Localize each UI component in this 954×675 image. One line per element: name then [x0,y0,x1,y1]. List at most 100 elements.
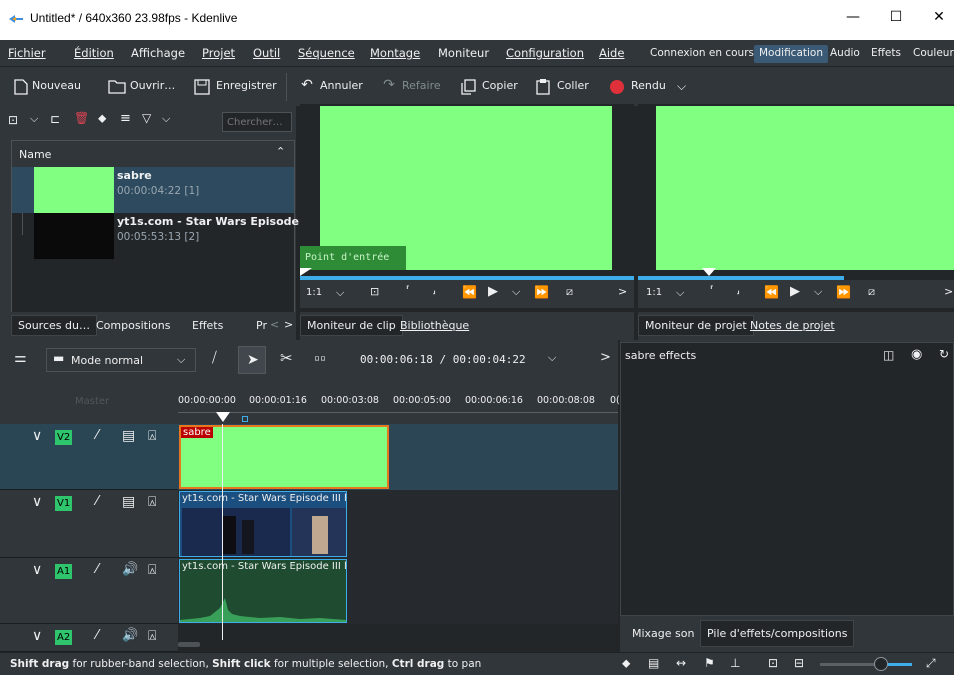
tab-moniteur-clip[interactable]: Moniteur de clip [300,315,403,336]
maximize-button[interactable]: ☐ [886,9,906,29]
minimize-button[interactable]: — [843,9,863,29]
zone-out-icon[interactable]: ⸥ [432,285,436,296]
layout-audio[interactable]: Audio [825,45,865,63]
tag-icon[interactable]: ⬥ [98,111,106,126]
clip-zoom[interactable]: 1:1 [306,287,322,298]
effects-wand-icon[interactable]: ⁄ [96,562,98,577]
tab-compositions[interactable]: Compositions [90,316,176,335]
menu-moniteur[interactable]: Moniteur [438,46,489,60]
new-button[interactable]: Nouveau [32,79,81,92]
tab-moniteur-projet[interactable]: Moniteur de projet [638,315,754,336]
film-icon[interactable]: ▤ [122,428,135,444]
lock-icon[interactable]: ⍓ [148,428,156,444]
zoom-slider-handle[interactable] [874,657,888,671]
render-button[interactable]: Rendu [631,79,666,92]
zone-out-icon[interactable]: ⸥ [736,285,740,296]
timecode-dropdown-icon[interactable]: ⌵ [548,351,556,365]
filter-dropdown-icon[interactable]: ⌵ [162,112,170,126]
menu-projet[interactable]: Projet [202,46,235,60]
speaker-icon[interactable]: 🔊 [122,628,138,643]
timeline-ruler[interactable]: 00:00:00:00 00:00:01:16 00:00:03:08 00:0… [178,380,620,424]
split-compare-icon[interactable]: ◫ [883,348,894,362]
track-header-v2[interactable]: ∨ V2 ⁄ ▤ ⍓ [0,424,178,490]
eye-icon[interactable]: ◉ [911,347,922,362]
menu-fichier[interactable]: Fichier [8,46,46,60]
layout-couleur[interactable]: Couleur [908,45,954,63]
tab-notes-projet[interactable]: Notes de projet [744,316,841,335]
forward-icon[interactable]: ⏩ [836,285,851,299]
crop-icon[interactable]: ⧄ [566,285,573,299]
list-view-icon[interactable]: ≡ [120,111,131,126]
bin-search-input[interactable] [222,112,292,132]
set-zone-in-icon[interactable]: ⊡ [370,285,379,298]
timeline-scrollbar[interactable] [178,642,200,647]
filter-icon[interactable]: ▽ [142,111,151,125]
track-settings-icon[interactable]: ⚌ [14,350,27,366]
zone-in-icon[interactable]: ⸢ [406,285,410,296]
crop-icon[interactable]: ⧄ [868,285,875,299]
render-dropdown-icon[interactable]: ⌵ [677,79,686,94]
collapse-chevron-icon[interactable]: ∨ [32,628,42,644]
tabs-scroll-right-icon[interactable]: > [284,318,293,331]
tab-mixage-son[interactable]: Mixage son [626,624,700,643]
menu-sequence[interactable]: Séquence [298,46,355,60]
rewind-icon[interactable]: ⏪ [764,285,779,299]
more-icon[interactable]: > [944,285,953,298]
open-button[interactable]: Ouvrir… [130,79,175,92]
track-header-a1[interactable]: ∨ A1 ⁄ 🔊 ⍓ [0,558,178,624]
copy-button[interactable]: Copier [482,79,518,92]
collapse-chevron-icon[interactable]: ∨ [32,428,42,444]
select-tool-button[interactable]: ➤ [238,346,266,374]
undo-button[interactable]: Annuler [320,79,363,92]
collapse-chevron-icon[interactable]: ∨ [32,562,42,578]
bin-clip-starwars[interactable]: yt1s.com - Star Wars Episode III 00:05:5… [12,213,315,259]
speaker-icon[interactable]: 🔊 [122,562,138,577]
menu-affichage[interactable]: Affichage [131,46,185,60]
chevron-down-icon[interactable]: ⌵ [30,112,38,126]
split-audio-icon[interactable]: ⊥ [730,656,740,670]
layout-effets[interactable]: Effets [866,45,906,63]
collapse-chevron-icon[interactable]: ∨ [32,494,42,510]
tab-pile-effets[interactable]: Pile d'effets/compositions [700,620,855,647]
play-dropdown-icon[interactable]: ⌵ [814,285,822,299]
spacer-icon[interactable]: ▫▫ [314,353,326,364]
sort-chevron-icon[interactable]: ⌃ [276,145,285,158]
tab-effets[interactable]: Effets [186,316,229,335]
film-icon[interactable]: ▤ [122,494,135,510]
close-button[interactable]: ✕ [929,9,949,29]
tab-sources[interactable]: Sources du… [11,315,97,336]
tabs-scroll-left-icon[interactable]: < [270,318,279,331]
play-dropdown-icon[interactable]: ⌵ [512,285,520,299]
snap-icon[interactable]: ⧸ [212,350,217,366]
zoom-dropdown-icon[interactable]: ⌵ [336,286,344,300]
razor-icon[interactable]: ✂ [280,349,293,367]
zone-in-icon[interactable]: ⸢ [710,285,714,296]
redo-button[interactable]: Refaire [402,79,441,92]
reset-icon[interactable]: ↻ [939,347,949,361]
menu-outil[interactable]: Outil [253,46,280,60]
menu-montage[interactable]: Montage [370,46,420,60]
name-column-header[interactable]: Name [19,148,51,161]
clip-sabre[interactable]: sabre [179,425,389,489]
mode-select[interactable]: ▬ Mode normal ⌵ [46,348,196,372]
zoom-dropdown-icon[interactable]: ⌵ [676,286,684,300]
play-icon[interactable]: ▶ [488,284,498,299]
lock-icon[interactable]: ⍓ [148,494,156,510]
track-header-v1[interactable]: ∨ V1 ⁄ ▤ ⍓ [0,490,178,558]
ripple-icon[interactable]: ↔ [676,656,686,670]
effects-wand-icon[interactable]: ⁄ [96,494,98,509]
paste-button[interactable]: Coller [557,79,589,92]
timeline-more-icon[interactable]: > [600,350,611,365]
play-icon[interactable]: ▶ [790,284,800,299]
menu-aide[interactable]: Aide [599,46,624,60]
lock-icon[interactable]: ⍓ [148,628,156,644]
project-zoom[interactable]: 1:1 [646,287,662,298]
tab-bibliotheque[interactable]: Bibliothèque [394,316,475,335]
delete-icon[interactable]: 🗑 [74,111,89,125]
track-header-a2[interactable]: ∨ A2 ⁄ 🔊 ⍓ [0,624,178,652]
more-icon[interactable]: > [618,285,627,298]
layout-connexion[interactable]: Connexion en cours [645,45,759,63]
clip-starwars-video[interactable]: yt1s.com - Star Wars Episode III l [179,491,347,557]
playhead-icon[interactable] [216,412,230,422]
rewind-icon[interactable]: ⏪ [462,285,477,299]
